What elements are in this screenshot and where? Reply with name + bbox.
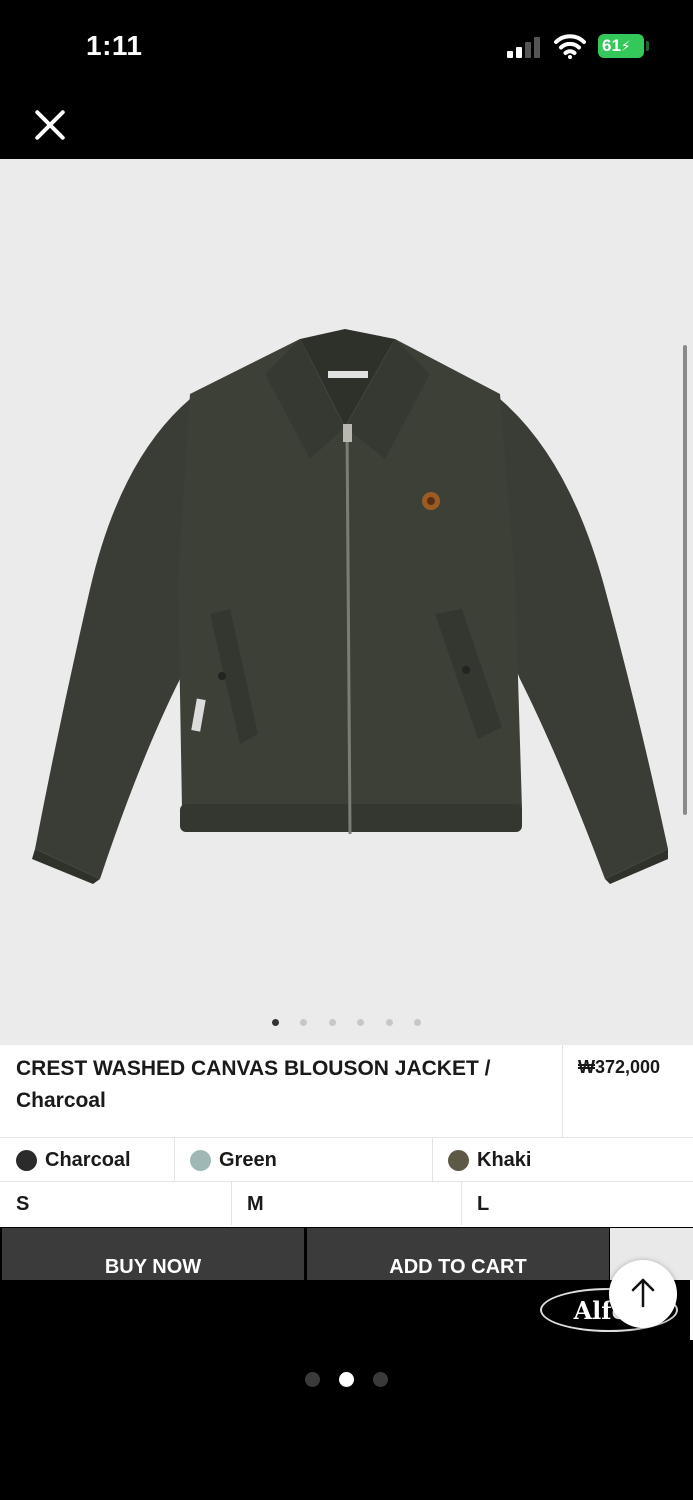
battery-level: 61 xyxy=(602,36,621,55)
color-swatch xyxy=(16,1149,37,1171)
product-info-panel: CREST WASHED CANVAS BLOUSON JACKET / Cha… xyxy=(0,1045,693,1227)
carousel-dot[interactable] xyxy=(414,1019,421,1026)
top-bar xyxy=(0,92,693,159)
page-dot[interactable] xyxy=(373,1372,388,1387)
carousel-dot[interactable] xyxy=(357,1019,364,1026)
add-to-cart-button[interactable]: ADD TO CART xyxy=(307,1228,609,1280)
jacket-image xyxy=(32,329,668,884)
page-indicator xyxy=(0,1372,693,1388)
page-dot[interactable] xyxy=(339,1372,354,1387)
carousel-dots xyxy=(0,1019,693,1029)
product-price: ₩372,000 xyxy=(578,1057,661,1077)
carousel-dot[interactable] xyxy=(272,1019,279,1026)
size-option-s[interactable]: S xyxy=(16,1193,29,1216)
color-option-green[interactable]: Green xyxy=(190,1148,277,1172)
page-dot[interactable] xyxy=(305,1372,320,1387)
color-label: Green xyxy=(219,1148,277,1171)
color-option-khaki[interactable]: Khaki xyxy=(448,1148,531,1172)
status-bar: 1:11 61⚡ xyxy=(0,0,693,92)
carousel-dot[interactable] xyxy=(300,1019,307,1026)
close-icon[interactable] xyxy=(30,105,70,145)
color-label: Khaki xyxy=(477,1148,532,1171)
size-option-l[interactable]: L xyxy=(477,1193,489,1216)
battery-icon: 61⚡ xyxy=(598,34,644,58)
product-title: CREST WASHED CANVAS BLOUSON JACKET / Cha… xyxy=(16,1057,491,1112)
arrow-up-icon xyxy=(631,1278,655,1308)
product-image[interactable] xyxy=(0,159,693,1045)
carousel-dot[interactable] xyxy=(386,1019,393,1026)
wifi-icon xyxy=(554,34,586,59)
signal-icon xyxy=(507,36,543,58)
scroll-to-top-button[interactable] xyxy=(609,1260,677,1328)
buy-now-button[interactable]: BUY NOW xyxy=(2,1228,304,1280)
color-option-charcoal[interactable]: Charcoal xyxy=(16,1148,131,1172)
size-option-m[interactable]: M xyxy=(247,1193,264,1216)
color-swatch xyxy=(448,1149,469,1171)
color-label: Charcoal xyxy=(45,1148,131,1171)
carousel-dot[interactable] xyxy=(329,1019,336,1026)
color-swatch xyxy=(190,1149,211,1171)
scroll-indicator xyxy=(683,345,687,815)
clock: 1:11 xyxy=(86,30,143,61)
